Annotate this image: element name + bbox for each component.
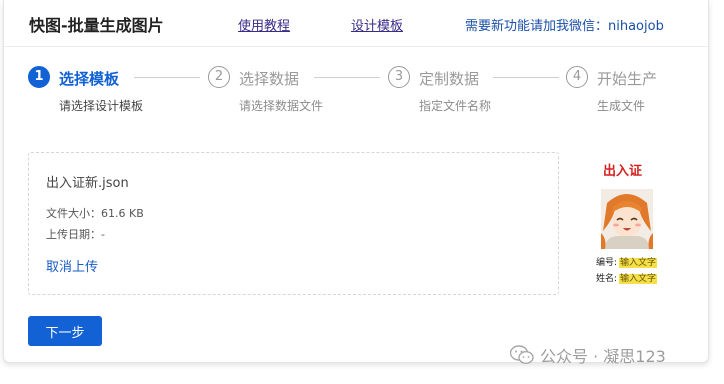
app-title: 快图-批量生成图片 bbox=[29, 16, 164, 35]
preview-title: 出入证 bbox=[603, 164, 643, 179]
preview-field-value: 输入文字 bbox=[619, 258, 658, 268]
step-title: 选择数据 bbox=[239, 70, 300, 88]
step-number-4: 4 bbox=[566, 66, 588, 88]
step-connector bbox=[314, 77, 380, 78]
step-title: 开始生产 bbox=[597, 70, 658, 88]
step-subtitle: 请选择数据文件 bbox=[239, 99, 324, 113]
step-number-1: 1 bbox=[28, 66, 50, 88]
step-subtitle: 请选择设计模板 bbox=[59, 99, 144, 113]
step-subtitle: 指定文件名称 bbox=[419, 99, 492, 113]
step-connector bbox=[493, 77, 559, 78]
wechat-icon bbox=[509, 345, 534, 365]
preview-field-value: 输入文字 bbox=[619, 274, 658, 284]
upload-date: 上传日期：- bbox=[46, 228, 105, 241]
step-number-3: 3 bbox=[388, 66, 410, 88]
watermark: 公众号 · 凝思123 bbox=[509, 343, 666, 367]
design-template-link[interactable]: 设计模板 bbox=[351, 15, 403, 34]
avatar-photo bbox=[601, 189, 653, 249]
uploaded-file-panel: 出入证新.json 文件大小：61.6 KB 上传日期：- 取消上传 bbox=[28, 152, 559, 295]
step-connector bbox=[134, 77, 200, 78]
preview-field-name: 姓名: 输入文字 bbox=[596, 271, 658, 284]
step-subtitle: 生成文件 bbox=[597, 99, 646, 113]
template-preview[interactable]: 出入证 编号: 输入文字 姓名: 输入文字 bbox=[590, 156, 674, 286]
wechat-contact-note: 需要新功能请加我微信：nihaojob bbox=[465, 19, 664, 34]
step-title: 定制数据 bbox=[419, 70, 480, 88]
step-title: 选择模板 bbox=[59, 70, 120, 88]
preview-field-number: 编号: 输入文字 bbox=[596, 255, 658, 268]
step-number-2: 2 bbox=[208, 66, 230, 88]
preview-field-label: 姓名: bbox=[596, 274, 618, 284]
preview-field-label: 编号: bbox=[596, 258, 618, 268]
next-step-button[interactable]: 下一步 bbox=[28, 316, 102, 346]
cancel-upload-link[interactable]: 取消上传 bbox=[46, 256, 98, 275]
watermark-text: 公众号 · 凝思123 bbox=[540, 347, 666, 366]
app-window: 快图-批量生成图片 使用教程 设计模板 需要新功能请加我微信：nihaojob … bbox=[3, 0, 709, 363]
top-bar: 快图-批量生成图片 使用教程 设计模板 需要新功能请加我微信：nihaojob bbox=[4, 0, 708, 47]
file-name: 出入证新.json bbox=[46, 176, 129, 191]
tutorial-link[interactable]: 使用教程 bbox=[238, 15, 290, 34]
file-size: 文件大小：61.6 KB bbox=[46, 207, 144, 220]
